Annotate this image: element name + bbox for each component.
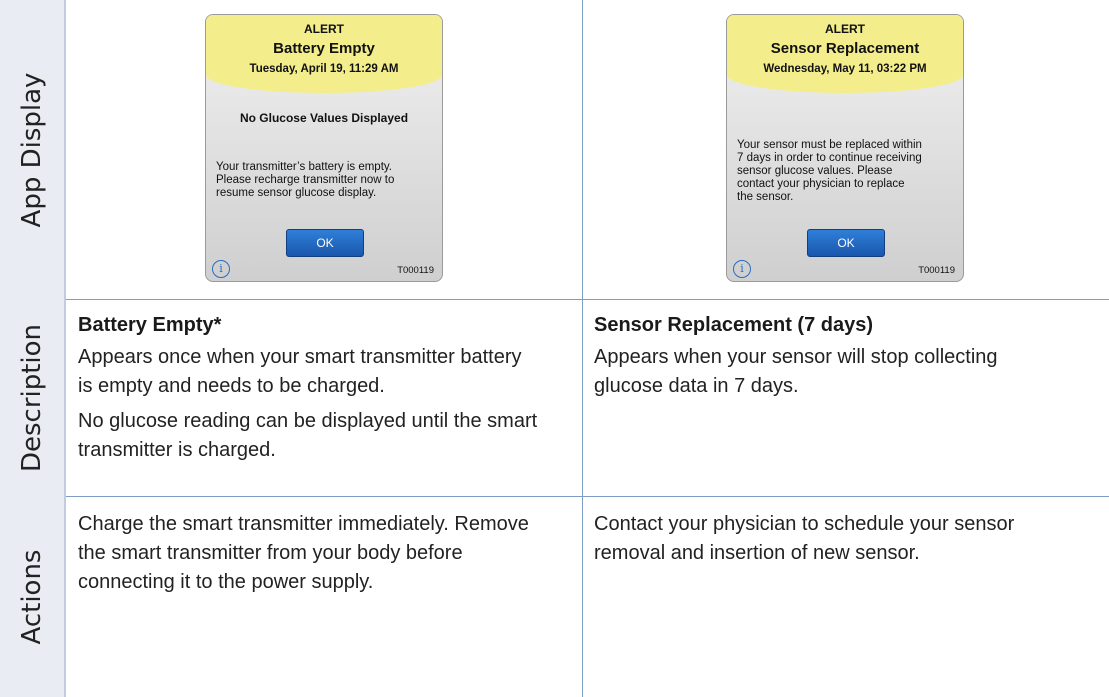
row-divider-2	[66, 496, 1109, 497]
action-line: Contact your physician to schedule your …	[594, 513, 1015, 535]
alert-body-line: contact your physician to replace	[737, 178, 905, 190]
row-divider-1	[66, 299, 1109, 300]
alert-date: Tuesday, April 19, 11:29 AM	[249, 63, 399, 75]
row-label-app-display-text: App Display	[17, 72, 47, 227]
description-title-battery-empty: Battery Empty*	[78, 314, 222, 336]
alert-label: ALERT	[304, 22, 344, 36]
description-line: is empty and needs to be charged.	[78, 375, 385, 397]
description-paragraph: Appears when your sensor will stop colle…	[594, 343, 998, 401]
alert-body-line: sensor glucose values. Please	[737, 165, 893, 177]
alert-header: ALERT Battery Empty Tuesday, April 19, 1…	[206, 15, 442, 93]
action-text-sensor-replacement: Contact your physician to schedule your …	[594, 510, 1014, 568]
ok-button[interactable]: OK	[286, 229, 364, 257]
action-line: connecting it to the power supply.	[78, 571, 374, 593]
alert-date: Wednesday, May 11, 03:22 PM	[763, 63, 927, 75]
alert-body-line: Your sensor must be replaced within	[737, 139, 922, 151]
alert-title: Battery Empty	[273, 40, 375, 57]
row-label-description-text: Description	[17, 323, 47, 472]
action-line: the smart transmitter from your body bef…	[78, 542, 463, 564]
alert-body: Your sensor must be replaced within 7 da…	[737, 139, 953, 204]
alert-label: ALERT	[825, 22, 865, 36]
description-line: Appears when your sensor will stop colle…	[594, 346, 998, 368]
description-line: transmitter is charged.	[78, 439, 276, 461]
column-divider	[582, 0, 583, 697]
ok-button[interactable]: OK	[807, 229, 885, 257]
alert-body-line: Your transmitter’s battery is empty.	[216, 161, 392, 173]
info-icon[interactable]: i	[733, 260, 751, 278]
row-label-app-display: App Display	[0, 0, 66, 299]
alert-title: Sensor Replacement	[770, 40, 920, 57]
alert-body-line: Please recharge transmitter now to	[216, 174, 395, 186]
app-alert-sensor-replacement: ALERT Sensor Replacement Wednesday, May …	[726, 14, 964, 282]
action-line: removal and insertion of new sensor.	[594, 542, 920, 564]
info-icon[interactable]: i	[212, 260, 230, 278]
alert-header: ALERT Sensor Replacement Wednesday, May …	[727, 15, 963, 93]
action-line: Charge the smart transmitter immediately…	[78, 513, 529, 535]
description-line: Appears once when your smart transmitter…	[78, 346, 522, 368]
description-paragraph: Appears once when your smart transmitter…	[78, 343, 522, 401]
alert-code: T000119	[918, 265, 955, 276]
alert-code: T000119	[397, 265, 434, 276]
row-label-actions-text: Actions	[17, 549, 47, 644]
action-text-battery-empty: Charge the smart transmitter immediately…	[78, 510, 529, 597]
alert-body-line: the sensor.	[737, 191, 794, 203]
row-label-description: Description	[0, 299, 66, 496]
description-line: glucose data in 7 days.	[594, 375, 799, 397]
description-title-sensor-replacement: Sensor Replacement (7 days)	[594, 314, 873, 336]
alert-body-line: 7 days in order to continue receiving	[737, 152, 922, 164]
description-paragraph: No glucose reading can be displayed unti…	[78, 407, 537, 465]
alert-subtitle: No Glucose Values Displayed	[239, 111, 409, 125]
alert-body: Your transmitter’s battery is empty. Ple…	[216, 161, 432, 200]
app-alert-battery-empty: ALERT Battery Empty Tuesday, April 19, 1…	[205, 14, 443, 282]
description-line: No glucose reading can be displayed unti…	[78, 410, 538, 432]
row-label-actions: Actions	[0, 496, 66, 697]
alert-body-line: resume sensor glucose display.	[216, 187, 377, 199]
